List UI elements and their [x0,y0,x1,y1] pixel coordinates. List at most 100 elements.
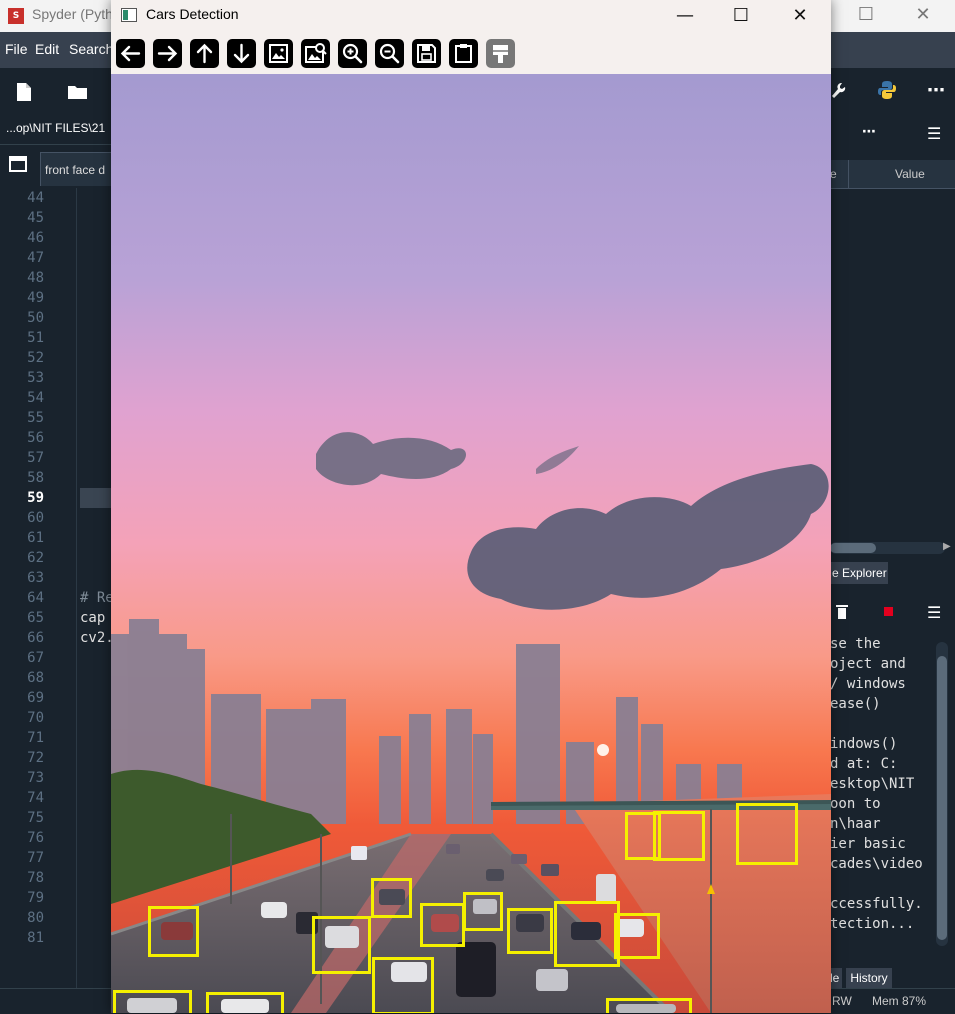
spyder-close-icon[interactable]: ✕ [908,4,938,26]
scrollbar-thumb[interactable] [830,543,876,553]
pane-menu-icon[interactable]: ☰ [927,124,941,143]
line-number: 61 [27,530,44,546]
console-line: ccessfully. [830,896,923,912]
maximize-icon[interactable]: ☐ [718,2,764,30]
line-number: 53 [27,370,44,386]
minimize-icon[interactable]: — [662,2,708,30]
spyder-maximize-icon[interactable]: ☐ [851,4,881,26]
line-number: 66 [27,630,44,646]
line-number: 78 [27,870,44,886]
copy-clipboard-button[interactable] [449,39,478,68]
car-detection-box [463,892,503,931]
line-number: 50 [27,310,44,326]
console-menu-icon[interactable]: ☰ [927,603,941,622]
line-number: 54 [27,390,44,406]
console-tab[interactable]: le [830,968,842,988]
line-number: 81 [27,930,44,946]
status-rw: RW [832,994,852,1008]
bridge-detection-box [653,811,705,861]
line-number: 45 [27,210,44,226]
line-number: 55 [27,410,44,426]
code-line-66: cv2. [80,630,114,646]
zoom-original-button[interactable] [301,39,330,68]
column-divider [848,160,849,188]
line-number: 80 [27,910,44,926]
line-number: 73 [27,770,44,786]
car-detection-box [372,957,434,1013]
line-number: 48 [27,270,44,286]
copy-clipboard-icon [455,44,472,63]
zoom-in-button[interactable] [338,39,367,68]
window-app-icon-detail [123,10,128,20]
variable-explorer-tab[interactable]: e Explorer [830,562,888,584]
pan-down-icon [233,43,250,64]
scrollbar-thumb[interactable] [937,656,947,940]
properties-brush-icon [493,45,508,63]
console-output[interactable]: se the oject and / windows ease() indows() d … [830,636,930,956]
zoom-fit-button[interactable] [264,39,293,68]
console-line: n\haar [830,816,881,832]
line-number: 57 [27,450,44,466]
pan-up-button[interactable] [190,39,219,68]
line-number: 72 [27,750,44,766]
car-detection-box [312,916,371,974]
remove-variables-icon[interactable] [836,604,848,624]
menu-edit[interactable]: Edit [35,41,59,57]
console-line: ier basic [830,836,906,852]
pan-down-button[interactable] [227,39,256,68]
working-directory-path[interactable]: ...op\NIT FILES\21 [6,121,105,135]
line-number: 46 [27,230,44,246]
menu-search[interactable]: Search [69,41,113,57]
car-detection-box [113,990,192,1013]
history-tab[interactable]: History [846,968,892,988]
column-name-header[interactable]: e [830,167,837,181]
pan-left-button[interactable] [116,39,145,68]
status-memory: Mem 87% [872,994,927,1008]
menu-file[interactable]: File [5,41,28,57]
console-line: cades\video [830,856,923,872]
line-number: 68 [27,670,44,686]
pan-right-button[interactable] [153,39,182,68]
line-number: 77 [27,850,44,866]
code-comment: # Re [80,590,114,606]
open-folder-icon[interactable] [67,84,89,104]
line-number: 44 [27,190,44,206]
more-options-icon[interactable]: ⋯ [927,80,945,101]
line-number: 51 [27,330,44,346]
scroll-right-icon[interactable]: ▶ [943,541,951,552]
car-detection-box [206,992,284,1013]
pan-left-icon [120,45,141,62]
column-value-header[interactable]: Value [895,167,925,181]
wrench-icon[interactable] [830,82,846,104]
console-line: d at: C: [830,756,898,772]
close-icon[interactable]: ✕ [777,2,823,30]
line-number: 76 [27,830,44,846]
video-frame [111,74,831,1013]
console-line: indows() [830,736,898,752]
zoom-out-button[interactable] [375,39,404,68]
sunset-highway-scene [111,74,831,1013]
browse-tabs-icon[interactable] [9,156,27,176]
bridge-detection-box [736,803,798,865]
stop-icon[interactable] [884,607,893,616]
line-number: 52 [27,350,44,366]
save-button[interactable] [412,39,441,68]
car-detection-box [554,901,620,967]
pane-options-icon[interactable]: ⋯ [862,124,876,140]
line-number: 67 [27,650,44,666]
console-line: ease() [830,696,881,712]
zoom-fit-icon [269,44,288,63]
code-editor[interactable] [76,188,113,988]
console-line: oon to [830,796,881,812]
editor-tab-file[interactable]: front face d [40,152,112,186]
line-number: 69 [27,690,44,706]
properties-button[interactable] [486,39,515,68]
car-detection-box [371,878,412,918]
line-number: 60 [27,510,44,526]
python-icon[interactable] [877,80,897,104]
spyder-app-icon: S [8,8,24,24]
line-number: 47 [27,250,44,266]
pan-right-icon [157,45,178,62]
line-number-gutter [0,188,76,988]
new-file-icon[interactable] [14,82,34,106]
